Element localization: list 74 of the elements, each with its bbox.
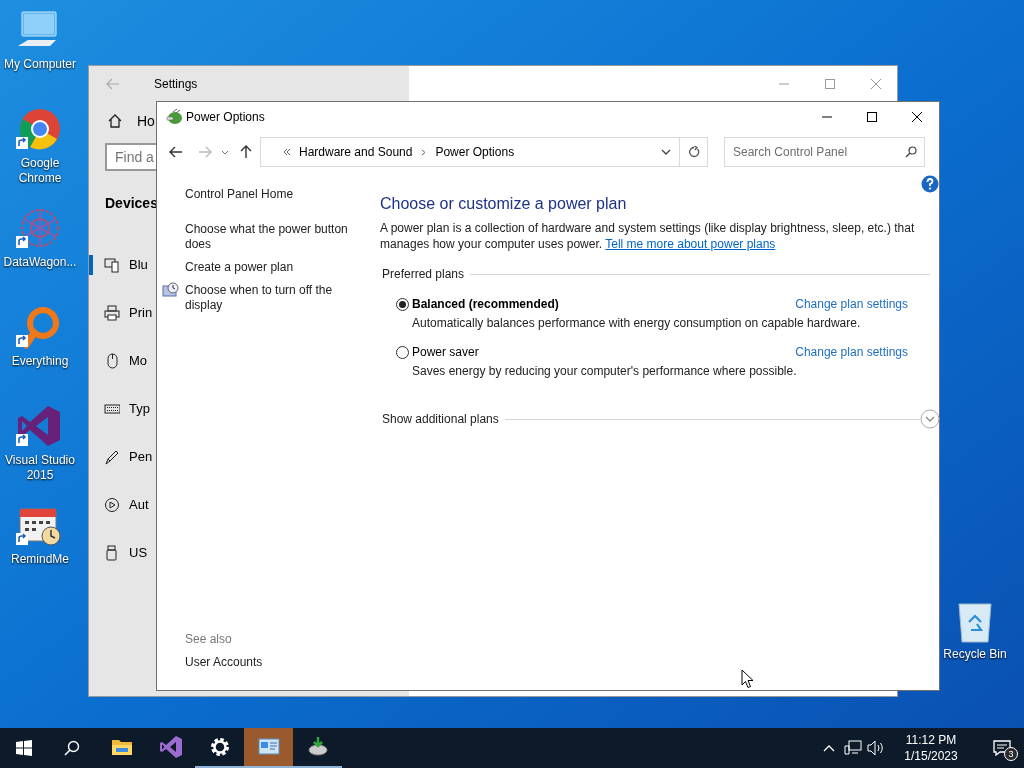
desktop-icon-label[interactable]: Recycle Bin <box>943 647 1007 662</box>
radio-button[interactable] <box>396 345 409 359</box>
chevron-up-icon[interactable] <box>823 744 835 752</box>
sidebar-link[interactable]: Choose what the power button does <box>185 222 355 252</box>
change-plan-link[interactable]: Change plan settings <box>795 295 908 313</box>
recycle-bin-icon[interactable] <box>955 600 995 644</box>
group-heading: Preferred plans <box>382 266 465 283</box>
visual-studio-icon <box>158 735 183 759</box>
desktop-icon-label[interactable]: Everything <box>1 354 79 369</box>
nav-item[interactable]: Typ <box>129 399 150 419</box>
sidebar-link[interactable]: Create a power plan <box>185 260 355 275</box>
network-icon[interactable] <box>844 740 862 756</box>
nav-item[interactable]: Ho <box>137 110 155 132</box>
printer-icon[interactable] <box>104 305 120 321</box>
desktop-icon-label[interactable]: DataWagon... <box>1 255 79 270</box>
desktop-icon-label[interactable]: My Computer <box>1 57 79 72</box>
change-plan-link[interactable]: Change plan settings <box>795 343 908 361</box>
help-icon[interactable] <box>921 175 939 193</box>
nav-item[interactable]: Mo <box>129 351 148 371</box>
chevron-right-icon <box>421 148 427 156</box>
address-bar[interactable]: Hardware and Sound Power Options <box>260 137 680 167</box>
see-also-heading: See also <box>185 632 233 647</box>
help-link[interactable]: Tell me more about power plans <box>605 236 776 251</box>
description-text: A power plan is a collection of hardware and system settings (like display brightness, sleep, etc.) that manages how your computer uses power. Tell me more about power plans <box>380 221 916 252</box>
desktop-icon-label[interactable]: RemindMe <box>1 552 79 567</box>
window-title: Settings <box>154 76 198 93</box>
expand-circle-icon[interactable] <box>920 409 940 429</box>
plan-description: Saves energy by reducing your computer's performance where possible. <box>412 364 798 379</box>
back-arrow-icon[interactable] <box>169 146 183 158</box>
clock-date: 1/15/2023 <box>904 748 958 764</box>
search-icon[interactable] <box>905 146 917 158</box>
nav-item[interactable]: US <box>129 543 148 563</box>
dropdown-caret-icon[interactable] <box>661 149 671 155</box>
clock[interactable]: 11:12 PM 1/15/2023 <box>893 732 969 764</box>
plan-name[interactable]: Balanced (recommended) <box>412 295 559 313</box>
refresh-button[interactable] <box>680 137 708 167</box>
desktop-icon-label[interactable]: Google Chrome <box>1 156 79 186</box>
sidebar-link[interactable]: User Accounts <box>185 655 380 670</box>
nav-item[interactable]: Prin <box>129 303 153 323</box>
nav-item[interactable]: Pen <box>129 447 153 467</box>
sidebar-link[interactable]: Choose when to turn off the display <box>185 283 355 313</box>
search-icon[interactable] <box>64 740 80 756</box>
plan-description: Automatically balances performance with energy consumption on capable hardware. <box>412 316 862 331</box>
notification-icon[interactable] <box>993 740 1011 756</box>
usb-drive-icon[interactable] <box>104 545 120 561</box>
nav-item[interactable]: Blu <box>129 255 148 275</box>
page-heading: Choose or customize a power plan <box>380 194 628 214</box>
breadcrumb-item[interactable]: Power Options <box>435 143 515 161</box>
breadcrumb-item[interactable]: Hardware and Sound <box>299 143 413 161</box>
clock-time: 11:12 PM <box>905 732 957 748</box>
windows-start-icon[interactable] <box>16 740 32 756</box>
expander-label[interactable]: Show additional plans <box>382 410 499 428</box>
sidebar-link[interactable]: Control Panel Home <box>185 187 380 202</box>
notification-count-badge: 3 <box>1004 747 1018 761</box>
radio-button[interactable] <box>396 297 409 311</box>
plan-name[interactable]: Power saver <box>412 343 479 361</box>
refresh-icon <box>687 146 700 158</box>
pen-icon[interactable] <box>104 449 120 465</box>
nav-item[interactable]: Aut <box>129 495 149 515</box>
close-icon[interactable] <box>911 111 922 122</box>
maximize-icon[interactable] <box>866 111 877 122</box>
volume-icon[interactable] <box>867 740 885 756</box>
dropdown-caret-icon[interactable] <box>221 149 229 155</box>
home-icon[interactable] <box>107 113 123 129</box>
up-arrow-icon[interactable] <box>240 145 252 159</box>
mouse-icon[interactable] <box>104 353 120 369</box>
desktop-icon-label[interactable]: Visual Studio 2015 <box>1 453 79 483</box>
chevrons-left-icon[interactable] <box>283 148 291 156</box>
play-circle-icon[interactable] <box>104 497 120 513</box>
monitor-clock-icon <box>162 282 179 298</box>
window-title: Power Options <box>186 108 265 126</box>
search-field[interactable]: Find a <box>105 143 157 171</box>
section-heading: Devices <box>105 194 158 213</box>
keyboard-icon[interactable] <box>104 401 120 417</box>
